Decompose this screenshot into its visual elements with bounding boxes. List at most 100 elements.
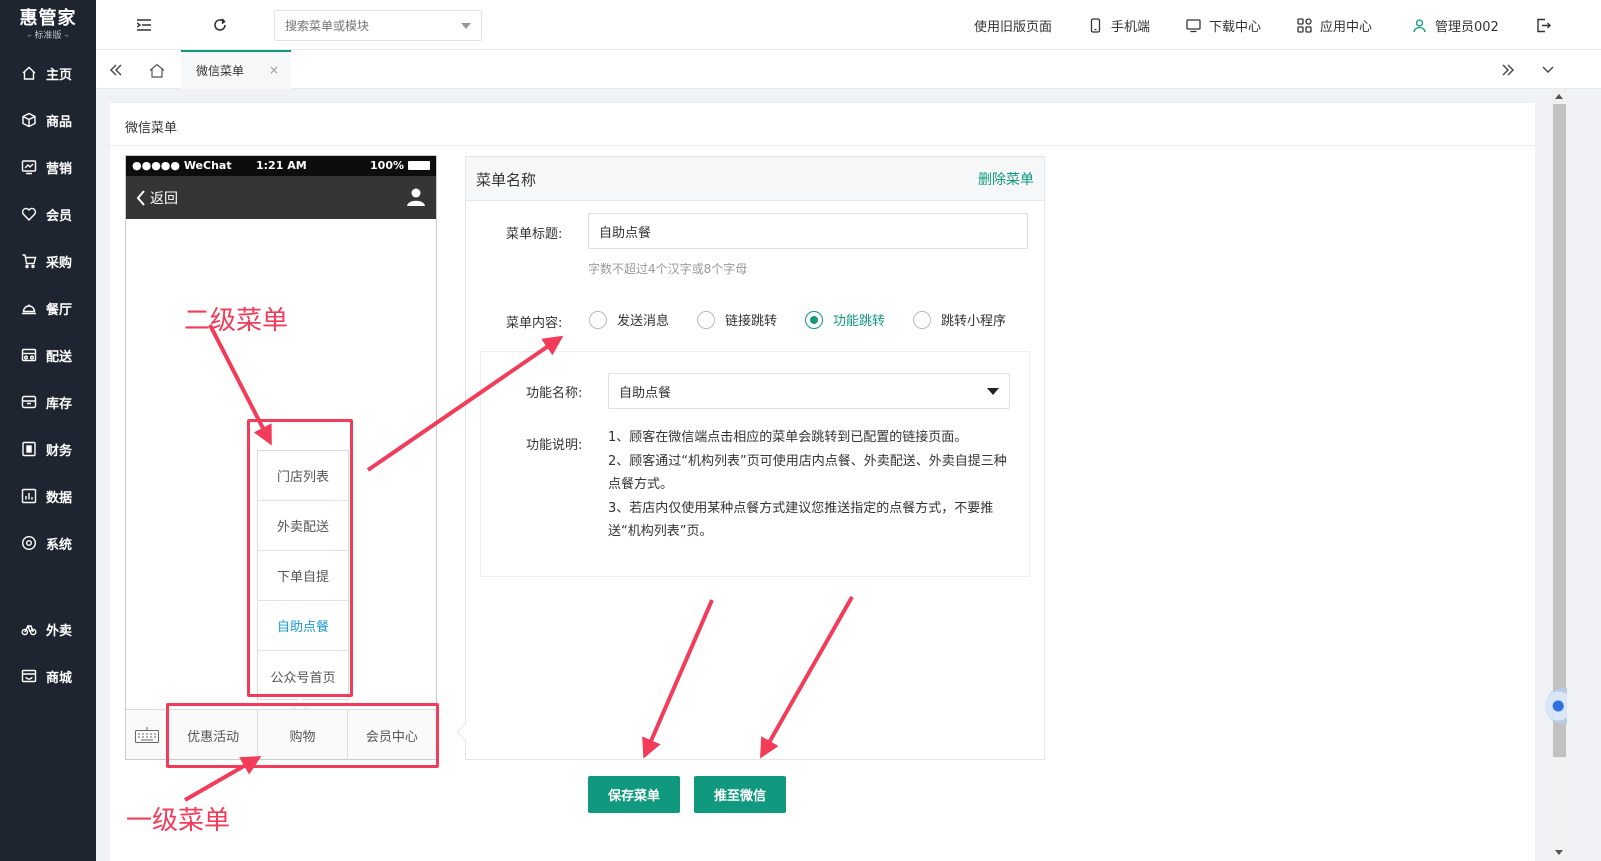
sidebar-item-finance[interactable]: 财务 <box>0 429 96 469</box>
radio-link-jump[interactable]: 链接跳转 <box>697 310 777 329</box>
sidebar-item-system[interactable]: 系统 <box>0 523 96 563</box>
tab-label: 微信菜单 <box>196 64 245 78</box>
logo-brand: 惠管家 <box>19 8 77 29</box>
menu-toggle-icon[interactable] <box>134 15 154 35</box>
battery-percent: 100% <box>370 159 404 172</box>
submenu-item[interactable]: 外卖配送 <box>258 501 348 551</box>
back-label: 返回 <box>150 191 178 207</box>
sidebar-item-data[interactable]: 数据 <box>0 476 96 516</box>
menu-editor-panel: 菜单名称 删除菜单 菜单标题: 字数不超过4个汉字或8个字母 菜单内容: 发送消… <box>465 156 1045 760</box>
tray-icon <box>20 299 38 317</box>
sidebar-item-label: 营销 <box>46 161 73 177</box>
logout-icon[interactable] <box>1533 15 1553 35</box>
search-input[interactable] <box>275 11 481 40</box>
radio-mini-program[interactable]: 跳转小程序 <box>913 310 1006 329</box>
scrollbar-thumb[interactable] <box>1553 104 1566 757</box>
sidebar-item-takeout[interactable]: 外卖 <box>0 609 96 649</box>
sidebar-item-restaurant[interactable]: 餐厅 <box>0 288 96 328</box>
user-menu[interactable]: 管理员002 <box>1412 16 1499 35</box>
bottom-menu-item[interactable]: 优惠活动 <box>169 710 259 760</box>
mobile-link[interactable]: 手机端 <box>1088 16 1150 35</box>
chevron-left-icon <box>136 190 145 206</box>
save-menu-button[interactable]: 保存菜单 <box>588 776 680 813</box>
shop-icon <box>20 667 38 685</box>
battery-icon <box>408 161 430 170</box>
caret-down-icon <box>987 388 999 395</box>
bottom-menu-item[interactable]: 会员中心 <box>348 710 436 760</box>
radio-send-message[interactable]: 发送消息 <box>589 310 669 329</box>
floating-assistant-icon[interactable] <box>1545 688 1567 724</box>
menu-title-input[interactable] <box>589 214 1027 248</box>
sidebar-item-members[interactable]: 会员 <box>0 194 96 234</box>
submenu-item[interactable]: 门店列表 <box>258 451 348 501</box>
menu-title-label: 菜单标题: <box>506 227 563 242</box>
push-to-wechat-button[interactable]: 推至微信 <box>694 776 786 813</box>
refresh-icon[interactable] <box>210 15 230 35</box>
tab-scroll-left-icon[interactable] <box>106 60 126 80</box>
scroll-up-icon[interactable] <box>1555 94 1563 99</box>
tab-wechat-menu[interactable]: 微信菜单 × <box>181 50 291 89</box>
sidebar-item-marketing[interactable]: 营销 <box>0 147 96 187</box>
radio-label: 跳转小程序 <box>941 314 1007 329</box>
box-icon <box>20 111 38 129</box>
sidebar-item-inventory[interactable]: 库存 <box>0 382 96 422</box>
heart-icon <box>20 205 38 223</box>
sidebar-item-label: 系统 <box>46 537 73 553</box>
editor-title: 菜单名称 <box>476 171 537 189</box>
profile-icon[interactable] <box>406 187 426 211</box>
mobile-label: 手机端 <box>1111 20 1151 35</box>
function-name-select[interactable]: 自助点餐 <box>608 373 1010 409</box>
sidebar-item-label: 餐厅 <box>46 302 73 318</box>
back-button[interactable]: 返回 <box>136 188 178 208</box>
function-desc-label: 功能说明: <box>526 438 583 453</box>
bottom-menu-item[interactable]: 购物 <box>258 710 348 760</box>
old-version-link[interactable]: 使用旧版页面 <box>974 16 1052 35</box>
level1-annotation: 一级菜单 <box>126 806 231 836</box>
menu-search[interactable] <box>274 10 482 41</box>
sidebar-item-mall[interactable]: 商城 <box>0 656 96 696</box>
radio-label: 功能跳转 <box>833 314 886 329</box>
chart-icon <box>20 158 38 176</box>
sidebar-item-home[interactable]: 主页 <box>0 53 96 93</box>
close-icon[interactable]: × <box>269 63 279 77</box>
sidebar: 惠管家 – 标准版 – 主页 商品 营销 会员 采购 餐厅 配送 库存 财务 数… <box>0 0 96 861</box>
download-center-link[interactable]: 下载中心 <box>1186 16 1261 35</box>
level2-annotation: 二级菜单 <box>184 306 289 336</box>
sidebar-item-label: 库存 <box>46 396 73 412</box>
sidebar-item-label: 采购 <box>46 255 73 271</box>
description-line: 2、顾客通过“机构列表”页可使用店内点餐、外卖配送、外卖自提三种点餐方式。 <box>608 453 1007 493</box>
sidebar-item-label: 会员 <box>46 208 73 224</box>
sidebar-item-delivery[interactable]: 配送 <box>0 335 96 375</box>
scroll-down-icon[interactable] <box>1555 850 1563 855</box>
settings-icon <box>20 534 38 552</box>
tab-scroll-right-icon[interactable] <box>1498 60 1518 80</box>
submenu-item-active[interactable]: 自助点餐 <box>258 601 348 651</box>
phone-time: 1:21 AM <box>256 159 307 172</box>
tab-dropdown-icon[interactable] <box>1538 60 1558 80</box>
phone-preview: ●●●●● WeChat 1:21 AM 100% 返回 门店列表 外卖配送 下… <box>125 155 437 760</box>
sidebar-item-label: 商品 <box>46 114 73 130</box>
user-name: 管理员002 <box>1435 20 1499 35</box>
truck-icon <box>20 346 38 364</box>
sidebar-item-goods[interactable]: 商品 <box>0 100 96 140</box>
apps-icon <box>1297 18 1312 33</box>
phone-header: 返回 <box>126 176 436 219</box>
radio-function-jump[interactable]: 功能跳转 <box>805 310 885 329</box>
delete-menu-link[interactable]: 删除菜单 <box>978 169 1034 189</box>
tab-home-icon[interactable] <box>147 60 167 80</box>
data-icon <box>20 487 38 505</box>
radio-circle <box>697 310 715 329</box>
cart-icon <box>20 252 38 270</box>
app-center-link[interactable]: 应用中心 <box>1297 16 1372 35</box>
submenu-list: 门店列表 外卖配送 下单自提 自助点餐 公众号首页 <box>257 450 349 700</box>
main-card: 微信菜单 ●●●●● WeChat 1:21 AM 100% 返回 门店列表 外… <box>110 103 1535 861</box>
menu-title-field[interactable] <box>588 213 1028 249</box>
carrier-text: ●●●●● WeChat <box>132 159 232 172</box>
submenu-item[interactable]: 公众号首页 <box>258 651 348 701</box>
function-name-label: 功能名称: <box>526 386 583 401</box>
keyboard-icon[interactable] <box>126 710 169 760</box>
sidebar-item-purchase[interactable]: 采购 <box>0 241 96 281</box>
submenu-item[interactable]: 下单自提 <box>258 551 348 601</box>
mobile-icon <box>1090 18 1101 33</box>
logo[interactable]: 惠管家 – 标准版 – <box>0 0 96 50</box>
